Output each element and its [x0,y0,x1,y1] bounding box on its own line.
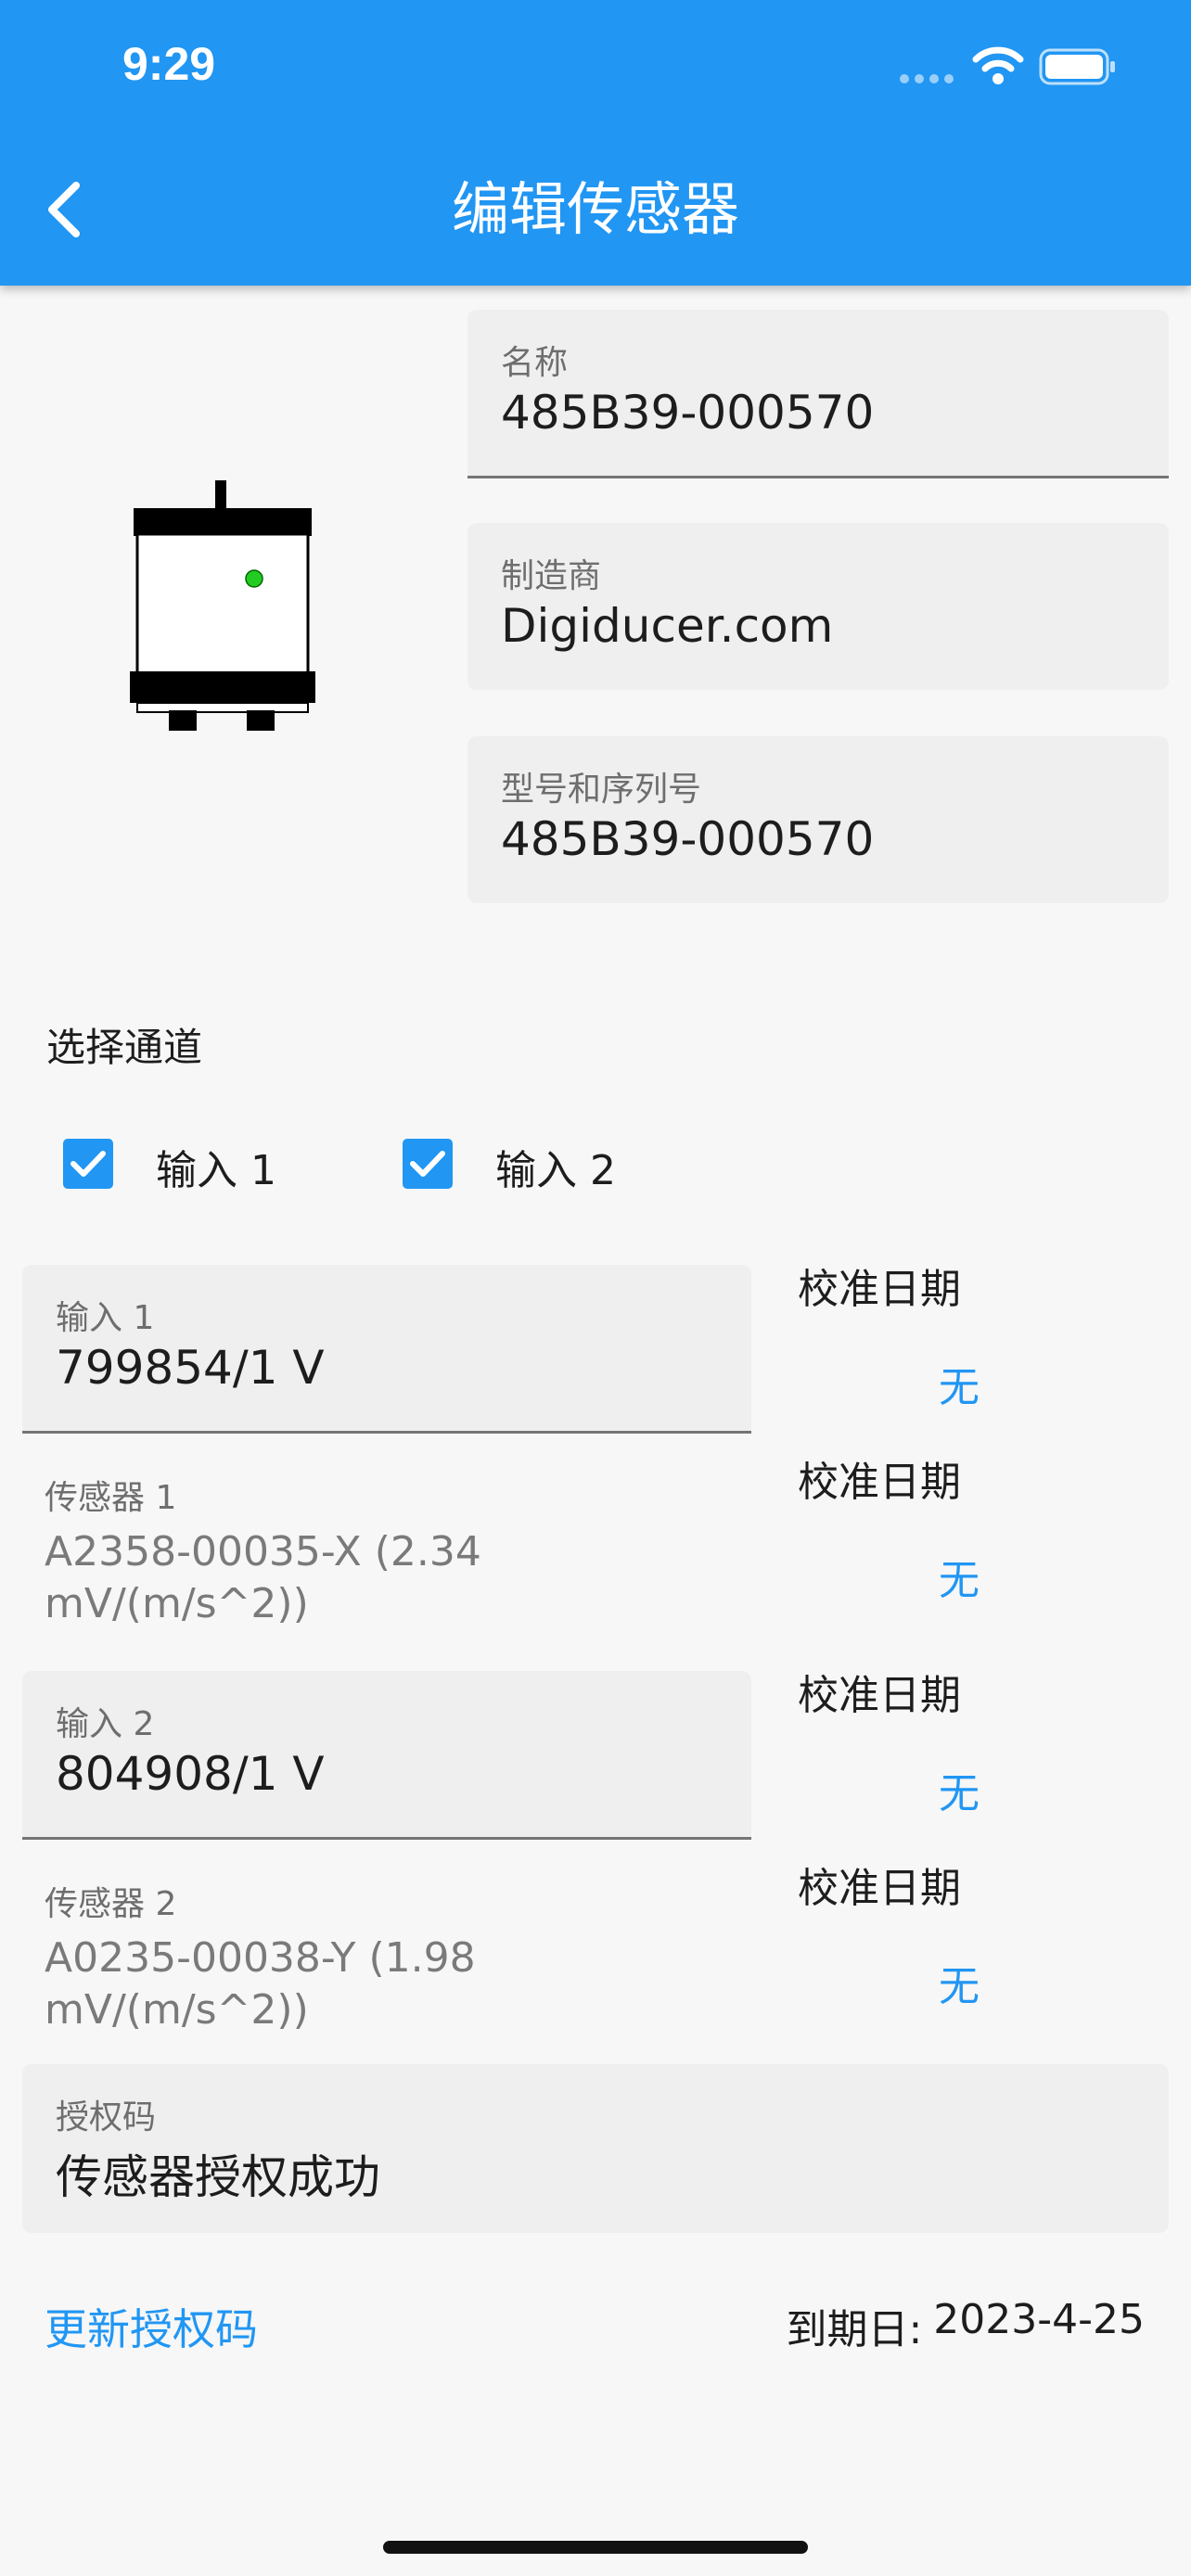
expiry-label: 到期日: [786,2306,923,2353]
sensor-1-calibration-value[interactable]: 无 [939,1547,980,1606]
name-value: 485B39-000570 [501,386,875,440]
input-1-value: 799854/1 V [56,1341,325,1395]
sensor-2-calibration-value[interactable]: 无 [939,1953,980,2012]
sensor-1-label: 传感器 1 [45,1479,177,1517]
input-2-label: 输入 2 [56,1705,155,1743]
input-2-calibration-label: 校准日期 [798,1672,961,1719]
sensor-1-value: A2358-00035-X (2.34 mV/(m/s^2)) [45,1528,481,1627]
status-led-icon [245,569,263,588]
app-bar: 9:29 编辑传感器 [0,0,1191,286]
sensor-1-calibration-label: 校准日期 [798,1459,961,1506]
model-serial-field[interactable]: 型号和序列号 485B39-000570 [467,736,1169,903]
sensor-2-info[interactable]: 传感器 2 A0235-00038-Y (1.98 mV/(m/s^2)) [45,1877,749,2036]
name-field[interactable]: 名称 485B39-000570 [467,310,1169,478]
input-1-field[interactable]: 输入 1 799854/1 V [22,1265,751,1434]
input-2-value: 804908/1 V [56,1747,325,1801]
input-1-label: 输入 1 [56,1299,155,1337]
update-auth-code-link[interactable]: 更新授权码 [45,2296,258,2357]
status-time: 9:29 [122,38,216,90]
sensor-image [130,480,315,731]
input-1-calibration-label: 校准日期 [798,1266,961,1313]
channel-2-checkbox[interactable] [403,1139,453,1189]
input-1-calibration-value[interactable]: 无 [939,1354,980,1413]
auth-code-value: 传感器授权成功 [56,2150,380,2204]
channel-2-label[interactable]: 输入 2 [495,1137,616,1196]
channel-section-title: 选择通道 [46,1025,203,1070]
auth-code-field[interactable]: 授权码 传感器授权成功 [22,2064,1169,2233]
manufacturer-label: 制造商 [501,557,602,595]
sensor-2-label: 传感器 2 [45,1885,177,1923]
checkmark-icon [410,1151,445,1177]
wifi-icon [972,46,1024,84]
expiry-date: 到期日: 2023-4-25 [786,2296,1145,2355]
expiry-value: 2023-4-25 [933,2296,1145,2343]
model-serial-value: 485B39-000570 [501,812,875,866]
page-title: 编辑传感器 [451,175,739,243]
sensor-2-calibration-label: 校准日期 [798,1865,961,1912]
checkmark-icon [70,1151,106,1177]
battery-icon [1039,48,1115,85]
home-indicator[interactable] [383,2541,808,2554]
input-2-field[interactable]: 输入 2 804908/1 V [22,1671,751,1840]
name-label: 名称 [501,344,569,382]
cellular-signal-icon [900,74,954,83]
sensor-2-value: A0235-00038-Y (1.98 mV/(m/s^2)) [45,1934,476,2034]
manufacturer-value: Digiducer.com [501,599,834,653]
input-2-calibration-value[interactable]: 无 [939,1760,980,1819]
manufacturer-field[interactable]: 制造商 Digiducer.com [467,523,1169,690]
auth-code-label: 授权码 [56,2098,157,2136]
channel-1-label[interactable]: 输入 1 [156,1137,276,1196]
sensor-1-info[interactable]: 传感器 1 A2358-00035-X (2.34 mV/(m/s^2)) [45,1471,749,1630]
model-serial-label: 型号和序列号 [501,771,702,809]
channel-1-checkbox[interactable] [63,1139,113,1189]
